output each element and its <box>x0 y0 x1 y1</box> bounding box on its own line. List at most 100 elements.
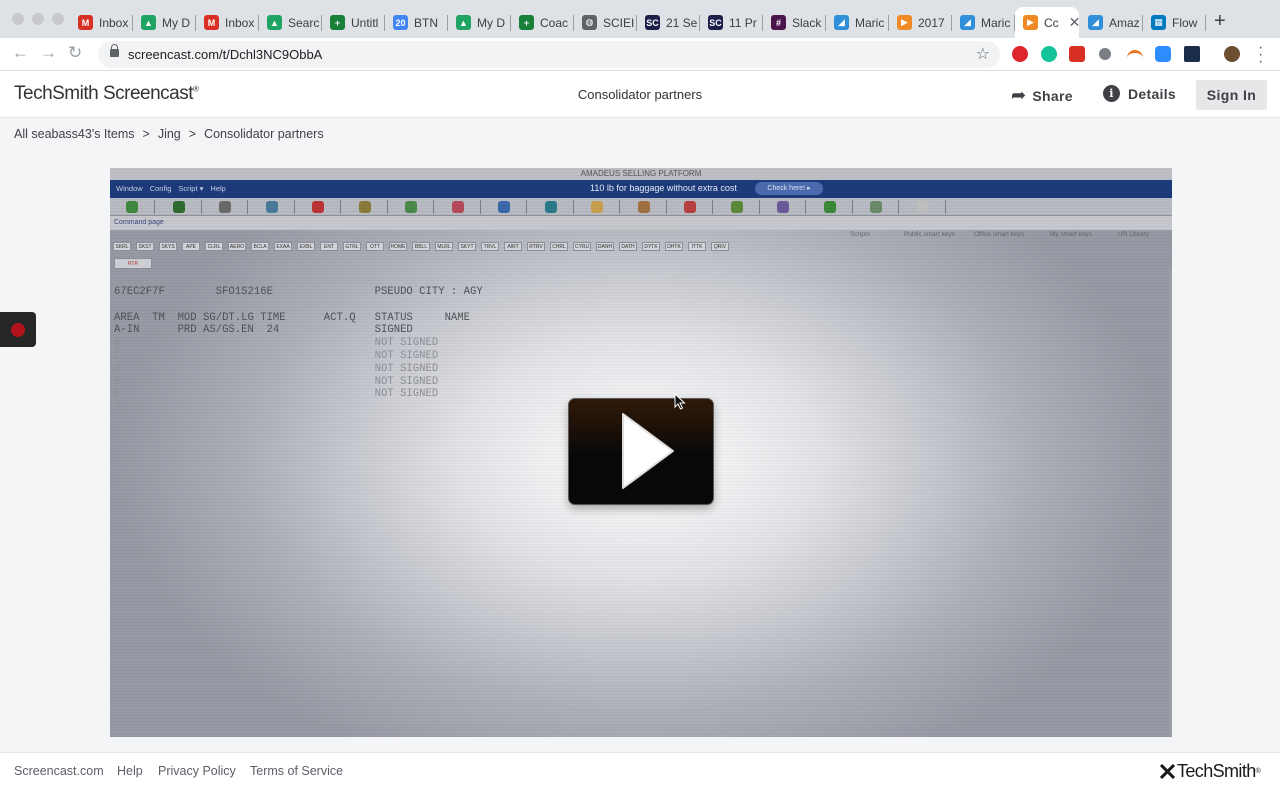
app-toolbar-separator <box>340 200 341 214</box>
smart-key: HOME <box>389 242 407 251</box>
footer-link-screencast[interactable]: Screencast.com <box>14 764 104 778</box>
terminal-row: A-IN PRD AS/GS.EN 24 SIGNED <box>114 324 413 337</box>
breadcrumb-separator: > <box>188 127 197 141</box>
arc-extension-icon[interactable] <box>1127 50 1143 60</box>
address-bar[interactable]: screencast.com/t/Dchl3NC9ObbA ☆ <box>98 41 1000 68</box>
browser-tab[interactable]: ◍ SCIEI <box>574 7 637 38</box>
url-text[interactable]: screencast.com/t/Dchl3NC9ObbA <box>128 47 322 62</box>
app-toolbar-separator <box>247 200 248 214</box>
breadcrumb-current: Consolidator partners <box>204 127 324 141</box>
smart-key: CYRU <box>573 242 591 251</box>
minimize-window-icon[interactable] <box>32 13 44 25</box>
footer-link-terms[interactable]: Terms of Service <box>250 764 343 778</box>
browser-tab[interactable]: # Slack <box>763 7 826 38</box>
terminal-output: 67EC2F7F SFO1S216E PSEUDO CITY : AGY ARE… <box>114 286 483 414</box>
grammarly-extension-icon[interactable] <box>1041 46 1057 62</box>
browser-tab[interactable]: ◢ Amaz <box>1080 7 1143 38</box>
record-badge[interactable] <box>0 312 36 347</box>
terminal-row: D NOT SIGNED <box>114 362 439 375</box>
app-menu-help: Help <box>210 184 226 193</box>
techsmith-mark-icon <box>1160 764 1175 779</box>
browser-tab[interactable]: + Untitl <box>322 7 385 38</box>
browser-tab[interactable]: 20 BTN <box>385 7 448 38</box>
smart-key: APE <box>182 242 200 251</box>
smart-key: SKYT <box>458 242 476 251</box>
browser-tab[interactable]: ▦ Flow <box>1143 7 1206 38</box>
app-toolbar-separator <box>712 200 713 214</box>
sign-in-button[interactable]: Sign In <box>1196 80 1267 110</box>
tab-office-smart-keys: Office smart keys <box>974 231 1025 238</box>
app-toolbar-icon <box>637 201 650 213</box>
browser-tab[interactable]: ▶ Cc ✕ <box>1015 7 1079 38</box>
close-window-icon[interactable] <box>12 13 24 25</box>
profile-avatar[interactable] <box>1224 46 1240 62</box>
smart-key: DATH <box>619 242 637 251</box>
reload-icon[interactable]: ↻ <box>68 43 82 63</box>
smart-key: AIRT <box>504 242 522 251</box>
info-icon: i <box>1103 85 1120 102</box>
app-toolbar-icon <box>498 201 510 213</box>
app-toolbar-separator <box>479 200 481 214</box>
browser-tab-label: Maric <box>855 15 885 30</box>
sheets-icon: + <box>519 15 534 30</box>
feather-icon: ◢ <box>834 15 849 30</box>
app-toolbar-separator <box>154 200 155 214</box>
terminal-row: B NOT SIGNED <box>114 337 439 350</box>
mail-extension-icon[interactable] <box>1069 46 1085 62</box>
app-toolbar-icon <box>916 201 929 213</box>
browser-tab[interactable]: M Inbox <box>70 7 133 38</box>
browser-tab[interactable]: M Inbox <box>196 7 259 38</box>
sheets-icon: + <box>330 15 345 30</box>
new-tab-icon[interactable]: + <box>1214 10 1226 33</box>
opera-extension-icon[interactable] <box>1012 46 1028 62</box>
forward-icon[interactable]: → <box>40 43 57 63</box>
footer-link-help[interactable]: Help <box>117 764 143 778</box>
extension-icon[interactable] <box>1184 46 1200 62</box>
browser-tab-bar: M Inbox ▲ My D M Inbox ▲ Searc + Untitl 20 BTN ▲ My D… <box>0 0 1280 38</box>
browser-tab-label: Coac <box>540 15 569 30</box>
app-toolbar-separator <box>200 200 202 214</box>
breadcrumb-separator: > <box>142 127 150 141</box>
browser-tab[interactable]: ▲ My D <box>133 7 196 38</box>
app-icon-strip <box>110 198 1172 216</box>
app-toolbar-icon <box>172 201 185 213</box>
app-toolbar-separator <box>619 200 620 214</box>
browser-tab-label: SCIEI <box>603 15 635 30</box>
footer-link-privacy[interactable]: Privacy Policy <box>158 764 236 778</box>
breadcrumb-jing[interactable]: Jing <box>158 127 181 141</box>
browser-tab[interactable]: ▲ My D <box>448 7 511 38</box>
browser-tab[interactable]: ◢ Maric <box>826 7 889 38</box>
details-button[interactable]: i Details <box>1103 85 1176 102</box>
browser-tab-label: BTN <box>414 15 438 30</box>
browser-tab[interactable]: ◢ Maric <box>952 7 1015 38</box>
browser-tab[interactable]: ▶ 2017 <box>889 7 952 38</box>
browser-menu-icon[interactable]: · · · <box>1258 40 1263 70</box>
browser-tab-label: 21 Se <box>666 15 698 30</box>
techsmith-logo[interactable]: TechSmith ® <box>1160 761 1261 782</box>
browser-tab[interactable]: ▲ Searc <box>259 7 322 38</box>
breadcrumb-all-items[interactable]: All seabass43's Items <box>14 127 135 141</box>
smart-key: DHTK <box>665 242 683 251</box>
browser-toolbar: ← → ↻ screencast.com/t/Dchl3NC9ObbA ☆ · ·… <box>0 38 1280 71</box>
bookmark-star-icon[interactable]: ☆ <box>976 44 990 64</box>
smart-key: GTRL <box>343 242 361 251</box>
smart-key-tabs: Scripts Public smart keys Office smart k… <box>828 230 1172 240</box>
terminal-prompt: > <box>114 401 121 414</box>
terminal-subtab: RTR <box>114 258 152 269</box>
browser-tab[interactable]: SC 21 Se <box>637 7 700 38</box>
back-icon[interactable]: ← <box>12 43 29 63</box>
app-toolbar-icon <box>358 201 371 213</box>
terminal-row: F NOT SIGNED <box>114 388 439 401</box>
browser-tab[interactable]: SC 11 Pr <box>700 7 763 38</box>
play-button[interactable] <box>569 399 713 504</box>
zoom-window-icon[interactable] <box>52 13 64 25</box>
app-toolbar-icon <box>870 201 882 213</box>
bulb-extension-icon[interactable] <box>1099 48 1111 60</box>
browser-tab-label: My D <box>162 15 190 30</box>
browser-tab[interactable]: + Coac <box>511 7 574 38</box>
close-tab-icon[interactable]: ✕ <box>1069 14 1079 31</box>
share-button[interactable]: ➦ Share <box>1011 85 1073 106</box>
slack-icon: # <box>771 15 786 30</box>
zoom-extension-icon[interactable] <box>1155 46 1171 62</box>
app-toolbar-icon <box>219 201 231 213</box>
